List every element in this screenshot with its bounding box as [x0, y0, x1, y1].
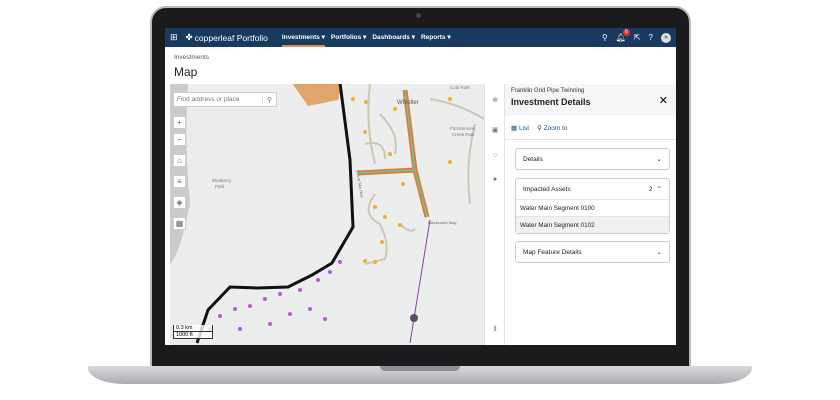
zoom-in-button[interactable]: + — [173, 116, 186, 129]
external-link-icon[interactable]: ⇱ — [634, 33, 641, 42]
circle-icon[interactable]: ○ — [485, 152, 505, 159]
map-canvas[interactable]: Whistler Cold Park Fitzsimmons Creek Par… — [170, 84, 484, 345]
asset-row[interactable]: Water Main Segment 0102 — [516, 216, 669, 233]
breadcrumb[interactable]: Investments — [174, 54, 209, 61]
nav-dashboards[interactable]: Dashboards ▾ — [372, 28, 415, 47]
app-screen: ⊞ ✤ copperleaf Portfolio Investments ▾ Po… — [165, 28, 676, 345]
panel-rail: ⊕ ▣ ○ ● ⦀ — [485, 84, 505, 345]
orange-parcel — [292, 84, 342, 106]
asset-row[interactable]: Water Main Segment 0100 — [516, 199, 669, 216]
divider — [505, 139, 676, 140]
home-icon[interactable]: ⌂ — [173, 154, 186, 167]
chevron-up-icon[interactable]: ⌃ — [657, 185, 662, 193]
investment-name: Franklin Grid Pipe Twinning — [511, 88, 585, 94]
map-feature-details-section[interactable]: Map Feature Details ⌄ — [515, 241, 670, 263]
search-icon[interactable]: ⚲ — [602, 33, 608, 42]
help-icon[interactable]: ? — [649, 33, 653, 42]
zoom-to-button[interactable]: ⚲ Zoom to — [537, 124, 567, 132]
purple-line — [409, 219, 431, 344]
impacted-assets-section[interactable]: Impacted Assets 2 ⌃ Water Main Segment 010… — [515, 178, 670, 234]
webcam — [416, 13, 421, 18]
label-creek-park: Creek Park — [452, 132, 475, 137]
chevron-down-icon[interactable]: ⌄ — [657, 248, 662, 256]
label-blackcomb: Blackcomb Way — [428, 220, 457, 225]
basemap-gallery-icon[interactable]: ▦ — [173, 217, 186, 230]
top-nav: ⊞ ✤ copperleaf Portfolio Investments ▾ Po… — [165, 28, 676, 47]
search-icon[interactable]: ⚲ — [262, 95, 276, 104]
label-whistler: Whistler — [397, 100, 419, 106]
logo[interactable]: ✤ copperleaf Portfolio — [186, 32, 268, 43]
list-icon[interactable]: ≡ — [173, 175, 186, 188]
label-fitzsimmons: Fitzsimmons — [450, 126, 476, 131]
label-blueberry: Blueberry — [212, 178, 232, 183]
list-button[interactable]: ▦ List — [511, 124, 529, 132]
investment-icon[interactable]: ⊕ — [485, 96, 505, 104]
panel-header: Franklin Grid Pipe Twinning Investment D… — [505, 84, 676, 116]
bell-icon[interactable]: 🔔︎ 6 — [616, 29, 630, 42]
app-grid-icon[interactable]: ⊞ — [170, 32, 178, 43]
asset-count: 2 — [648, 185, 653, 193]
chevron-down-icon[interactable]: ⌄ — [657, 155, 662, 163]
page-title: Map — [174, 65, 198, 79]
investment-details-panel: ⊕ ▣ ○ ● ⦀ Franklin Grid Pipe Twinning In… — [484, 84, 676, 345]
notification-badge: 6 — [622, 29, 630, 36]
tower-marker[interactable] — [410, 314, 418, 322]
pin-icon[interactable]: ● — [485, 176, 505, 183]
asset-icon[interactable]: ▣ — [485, 126, 505, 134]
label-cold-park: Cold Park — [450, 85, 471, 90]
transmission-line — [195, 84, 355, 344]
search-input[interactable]: Find address or place ⚲ — [173, 92, 277, 107]
columns-icon[interactable]: ⦀ — [485, 326, 505, 334]
nav-portfolios[interactable]: Portfolios ▾ — [331, 28, 366, 47]
lake — [170, 84, 190, 264]
details-section[interactable]: Details ⌄ — [515, 148, 670, 170]
layers-icon[interactable]: ◈ — [173, 196, 186, 209]
map-view[interactable]: Whistler Cold Park Fitzsimmons Creek Par… — [170, 84, 484, 345]
zoom-out-button[interactable]: − — [173, 133, 186, 146]
close-icon[interactable]: ✕ — [659, 94, 668, 107]
orange-assets — [351, 97, 452, 264]
nav-investments[interactable]: Investments ▾ — [281, 28, 325, 47]
laptop-notch — [380, 366, 460, 371]
label-park: Park — [215, 184, 225, 189]
scale-bar: 0.3 km 1000 ft — [173, 325, 213, 339]
leaf-icon: ✤ — [185, 32, 193, 42]
avatar[interactable]: ● — [661, 32, 671, 43]
nav-reports[interactable]: Reports ▾ — [421, 28, 451, 47]
panel-title: Investment Details — [511, 97, 591, 107]
